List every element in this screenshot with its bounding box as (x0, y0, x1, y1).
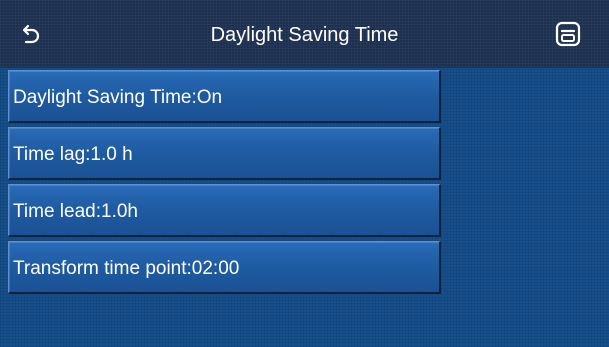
header-bar: Daylight Saving Time (0, 0, 609, 68)
page-title: Daylight Saving Time (210, 24, 399, 46)
daylight-saving-toggle-button[interactable]: Daylight Saving Time:On (8, 70, 441, 123)
settings-menu: Daylight Saving Time:On Time lag:1.0 h T… (8, 70, 445, 298)
menu-item-label: Time lag:1.0 h (13, 144, 133, 165)
back-button[interactable] (10, 16, 50, 56)
menu-item-label: Time lead:1.0h (13, 201, 138, 222)
screen: Daylight Saving Time Daylight Saving Tim… (0, 0, 609, 347)
menu-item-label: Transform time point:02:00 (13, 258, 240, 279)
time-lag-button[interactable]: Time lag:1.0 h (8, 127, 441, 180)
save-icon (554, 20, 582, 53)
save-button[interactable] (550, 18, 586, 54)
transform-time-point-button[interactable]: Transform time point:02:00 (8, 241, 441, 294)
back-arrow-icon (17, 21, 43, 52)
menu-item-label: Daylight Saving Time:On (13, 87, 223, 108)
time-lead-button[interactable]: Time lead:1.0h (8, 184, 441, 237)
